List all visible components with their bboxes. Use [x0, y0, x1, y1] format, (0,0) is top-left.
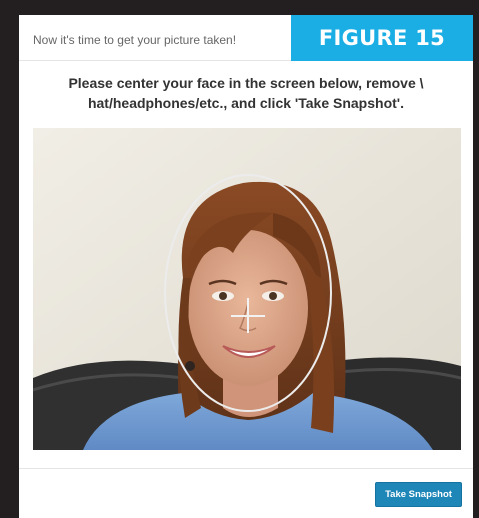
camera-preview [33, 128, 461, 450]
window-frame: Now it's time to get your picture taken!… [0, 0, 479, 518]
footer-divider [19, 468, 473, 469]
camera-feed-image [33, 128, 461, 450]
take-snapshot-button[interactable]: Take Snapshot [375, 482, 462, 507]
instructions-text: Please center your face in the screen be… [68, 75, 424, 111]
photo-dialog: Now it's time to get your picture taken!… [19, 15, 473, 518]
figure-label: FIGURE 15 [291, 15, 473, 61]
dialog-title: Now it's time to get your picture taken! [33, 33, 237, 47]
